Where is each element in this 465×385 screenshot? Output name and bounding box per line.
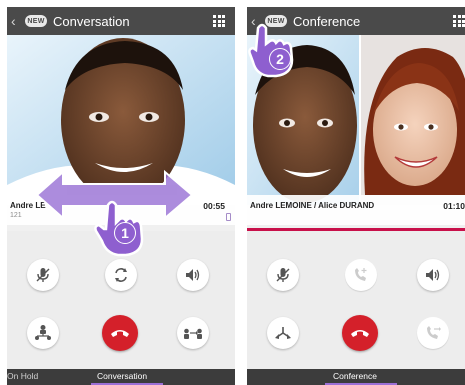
- call-controls: [7, 231, 235, 369]
- speaker-icon: [426, 269, 440, 281]
- hangup-icon: [111, 330, 129, 337]
- add-call-icon: [355, 268, 367, 281]
- speaker-button[interactable]: [417, 259, 449, 291]
- hangup-button[interactable]: [102, 315, 138, 351]
- dialpad-grid-icon[interactable]: [213, 15, 225, 27]
- caller-number: 121: [10, 212, 22, 219]
- top-bar: ‹ NEW Conference: [247, 7, 465, 35]
- forward-button[interactable]: [417, 317, 449, 349]
- back-icon[interactable]: ‹: [251, 7, 263, 35]
- phone-icon: [226, 213, 231, 221]
- screen-title: Conference: [293, 13, 361, 29]
- video-feed: [7, 35, 235, 205]
- speaker-button[interactable]: [177, 259, 209, 291]
- split-button[interactable]: [267, 317, 299, 349]
- call-info-bar: Andre LE 121 00:55: [7, 195, 235, 225]
- tab-conversation[interactable]: Conversation: [97, 371, 147, 381]
- caller-name: Andre LEMOINE / Alice DURAND: [250, 201, 375, 210]
- top-bar: ‹ NEW Conversation: [7, 7, 235, 35]
- add-call-button[interactable]: [345, 259, 377, 291]
- mic-muted-icon: [276, 268, 290, 282]
- call-controls: [247, 231, 465, 369]
- step-2-badge: 2: [269, 48, 291, 70]
- call-timer: 01:10: [443, 201, 465, 211]
- transfer-icon: [35, 325, 51, 340]
- switch-icon: [115, 268, 127, 282]
- mic-muted-icon: [36, 268, 50, 282]
- screen-title: Conversation: [53, 13, 130, 29]
- transfer-button[interactable]: [27, 317, 59, 349]
- bottom-tab-bar: On Hold Conversation: [7, 369, 235, 385]
- mute-button[interactable]: [267, 259, 299, 291]
- tab-on-hold[interactable]: On Hold: [7, 371, 38, 381]
- call-timer: 00:55: [203, 201, 225, 211]
- brand-logo: NEW: [265, 15, 287, 27]
- caller-photo: [7, 35, 235, 205]
- back-icon[interactable]: ‹: [11, 7, 23, 35]
- hangup-button[interactable]: [342, 315, 378, 351]
- caller-name: Andre LE: [10, 201, 46, 210]
- forward-icon: [427, 326, 441, 339]
- hangup-icon: [351, 330, 369, 337]
- step-1-badge: 1: [114, 222, 136, 244]
- merge-calls-button[interactable]: [177, 317, 209, 349]
- call-info-bar: Andre LEMOINE / Alice DURAND 01:10: [247, 195, 465, 225]
- switch-call-button[interactable]: [105, 259, 137, 291]
- brand-logo: NEW: [25, 15, 47, 27]
- tab-conference[interactable]: Conference: [333, 371, 377, 381]
- bottom-tab-bar: Conference: [247, 369, 465, 385]
- dialpad-grid-icon[interactable]: [453, 15, 465, 27]
- merge-calls-icon: [184, 328, 202, 339]
- conversation-screen: ‹ NEW Conversation Andre LE 121 00:55 On…: [7, 7, 235, 385]
- mute-button[interactable]: [27, 259, 59, 291]
- speaker-icon: [186, 269, 200, 281]
- split-icon: [275, 327, 291, 339]
